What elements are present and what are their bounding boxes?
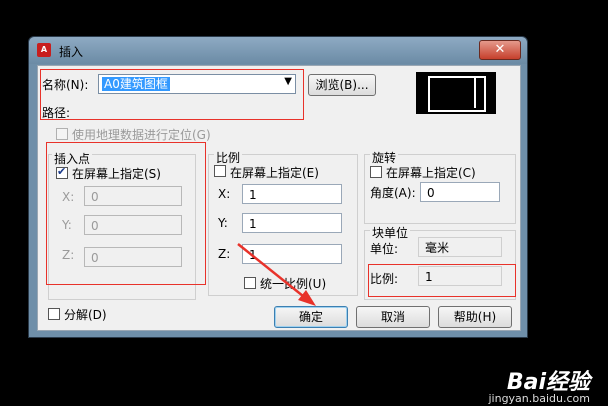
watermark-url: jingyan.baidu.com: [488, 392, 590, 405]
watermark: Bai经验 jingyan.baidu.com: [488, 364, 590, 405]
annotation-arrow: [237, 243, 316, 306]
